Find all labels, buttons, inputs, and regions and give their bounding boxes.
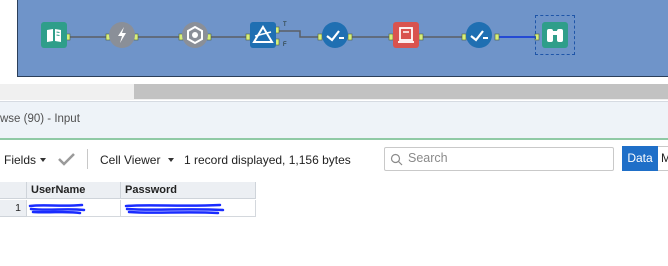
redacted-username [28,203,86,215]
redaction-scribbles [28,203,225,215]
redacted-password [124,203,225,215]
